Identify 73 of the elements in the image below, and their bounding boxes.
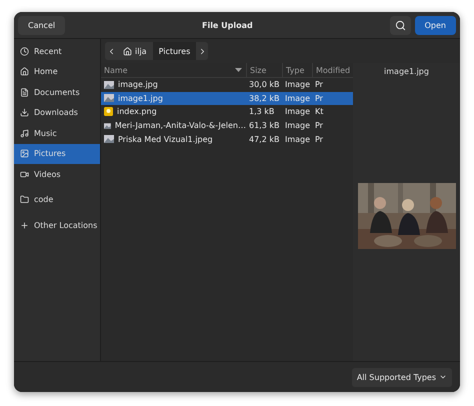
file-name: Meri-Jaman,-Anita-Valo-&-Jelen…: [114, 121, 246, 130]
column-header[interactable]: Type: [286, 66, 304, 74]
image-file-icon: [104, 94, 114, 102]
file-type: Image: [284, 121, 312, 130]
image-file-icon: [104, 80, 114, 89]
file-type: Image: [284, 80, 312, 90]
sort-arrow-icon: [235, 68, 242, 72]
file-row[interactable]: Meri-Jaman,-Anita-Valo-&-Jelen… 61,3 kB Image Pr: [101, 118, 353, 132]
file-type: Image: [284, 94, 312, 103]
window-title: File Upload: [200, 20, 254, 30]
sidebar-item[interactable]: Other Locations: [14, 215, 100, 236]
file-size: 61,3 kB: [248, 121, 280, 130]
file-modified: Pr: [314, 80, 324, 90]
path-button[interactable]: Pictures: [152, 42, 196, 60]
search-icon: [394, 20, 406, 30]
file-name: image1.jpg: [118, 94, 163, 103]
sidebar-label: Home: [34, 67, 58, 76]
file-type-dropdown[interactable]: All Supported Types: [352, 368, 452, 386]
sidebar-item[interactable]: Videos: [14, 164, 100, 184]
file-row[interactable]: image1.jpg 38,2 kB Image Pr: [101, 92, 353, 106]
file-type: Image: [284, 107, 312, 116]
sidebar-label: code: [34, 195, 54, 204]
cancel-button[interactable]: Cancel: [18, 16, 66, 34]
sidebar-item[interactable]: Music: [14, 123, 100, 144]
sidebar-item[interactable]: code: [14, 190, 100, 210]
sidebar-item[interactable]: Downloads: [14, 102, 100, 123]
plus-icon: [20, 220, 29, 230]
file-size: 30,0 kB: [248, 80, 280, 90]
sidebar-label: Recent: [34, 46, 62, 56]
preview-filename: image1.jpg: [384, 67, 429, 76]
open-button[interactable]: Open: [414, 16, 456, 34]
file-row[interactable]: image.jpg 30,0 kB Image Pr: [101, 78, 353, 92]
folder-icon: [20, 195, 29, 204]
column-header[interactable]: Modified: [316, 66, 350, 74]
sidebar-label: Other Locations: [34, 220, 98, 230]
sidebar-item[interactable]: Recent: [14, 41, 100, 62]
caret-icon: [439, 373, 447, 381]
document-icon: [20, 88, 29, 97]
image-file-icon: [104, 135, 114, 144]
file-modified: Pr: [314, 94, 324, 103]
sidebar-label: Pictures: [34, 149, 66, 158]
file-type: Image: [284, 134, 312, 144]
file-name: index.png: [117, 107, 157, 116]
file-row[interactable]: Priska Med Vizual1.jpeg 47,2 kB Image Pr: [101, 132, 353, 146]
file-size: 1,3 kB: [248, 107, 276, 116]
video-camera-icon: [20, 170, 29, 179]
image-file-icon: [104, 107, 113, 116]
sidebar-item[interactable]: Home: [14, 62, 100, 82]
sidebar-label: Music: [34, 128, 57, 138]
clock-icon: [20, 46, 29, 56]
path-button[interactable]: ilja: [117, 42, 153, 60]
file-modified: Pr: [314, 134, 324, 144]
sidebar-label: Documents: [34, 88, 80, 97]
file-modified: Pr: [314, 121, 324, 130]
image-icon: [20, 149, 29, 158]
image-file-icon: [104, 122, 111, 130]
file-modified: Kt: [314, 107, 324, 116]
sidebar-item[interactable]: Documents: [14, 82, 100, 102]
file-size: 47,2 kB: [248, 134, 280, 144]
column-header[interactable]: Name: [104, 66, 128, 74]
file-name: Priska Med Vizual1.jpeg: [118, 134, 213, 144]
search-button[interactable]: [390, 16, 411, 34]
column-header[interactable]: Size: [250, 66, 266, 74]
home-icon: [20, 67, 29, 76]
sidebar-item[interactable]: Pictures: [14, 144, 100, 164]
music-note-icon: [20, 128, 29, 138]
home-icon: [123, 46, 132, 56]
sidebar-label: Videos: [34, 170, 61, 179]
file-size: 38,2 kB: [248, 94, 280, 103]
download-icon: [20, 108, 29, 118]
file-row[interactable]: index.png 1,3 kB Image Kt: [101, 105, 353, 119]
sidebar-label: Downloads: [34, 108, 78, 118]
file-name: image.jpg: [118, 80, 158, 90]
